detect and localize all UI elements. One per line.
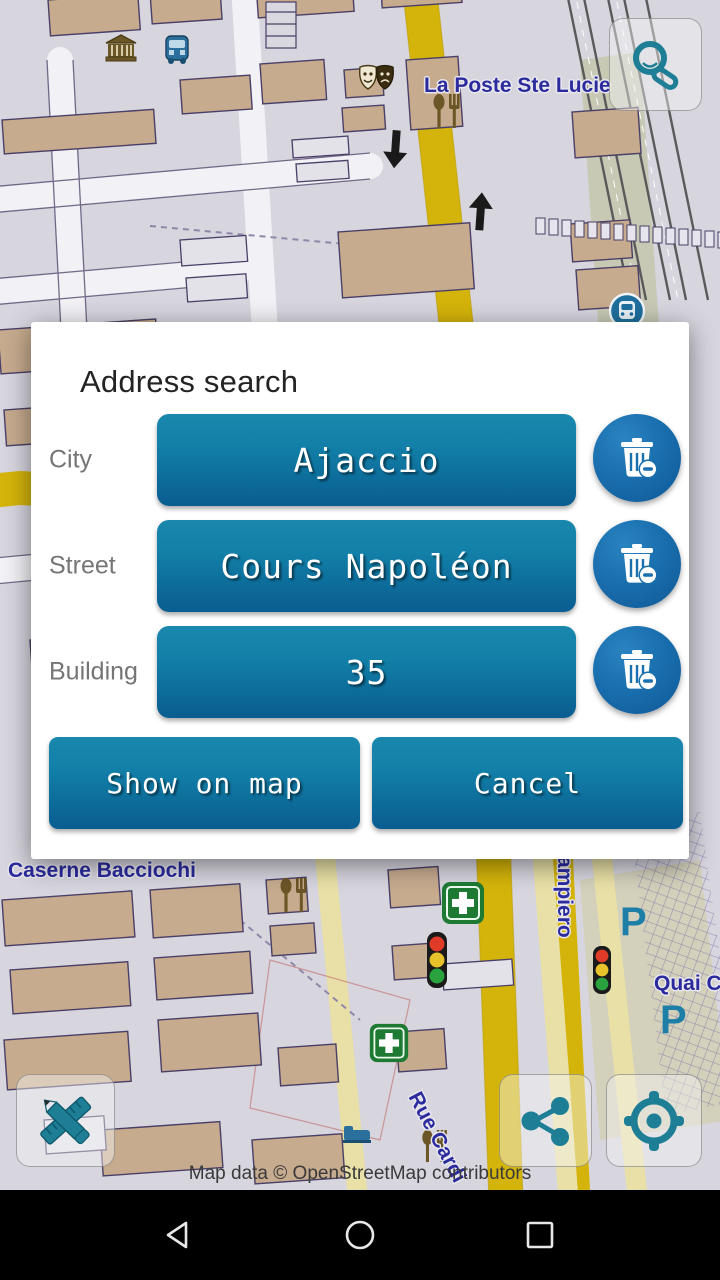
address-search-dialog: Address search City Ajaccio Street Cours… <box>31 322 689 859</box>
home-circle-icon <box>345 1220 375 1250</box>
cancel-label: Cancel <box>473 766 582 800</box>
show-on-map-label: Show on map <box>106 766 303 800</box>
nav-home-button[interactable] <box>280 1190 440 1280</box>
recents-square-icon <box>526 1221 554 1249</box>
back-triangle-icon <box>166 1221 188 1249</box>
trash-minus-icon <box>621 544 658 585</box>
cancel-button[interactable]: Cancel <box>372 737 683 829</box>
building-label: Building <box>49 657 138 686</box>
building-field[interactable]: 35 <box>157 626 576 718</box>
address-row-building: Building 35 <box>31 623 689 721</box>
dialog-title: Address search <box>80 364 299 399</box>
nav-recents-button[interactable] <box>460 1190 620 1280</box>
show-on-map-button[interactable]: Show on map <box>49 737 360 829</box>
clear-street-button[interactable] <box>593 520 681 608</box>
screen: La Poste Ste Lucie Caserne Bacciochi amp… <box>0 0 720 1280</box>
street-field[interactable]: Cours Napoléon <box>157 520 576 612</box>
street-value: Cours Napoléon <box>220 546 513 586</box>
city-field[interactable]: Ajaccio <box>157 414 576 506</box>
trash-minus-icon <box>621 650 658 691</box>
city-label: City <box>49 445 93 474</box>
clear-city-button[interactable] <box>593 414 681 502</box>
android-navigation-bar <box>0 1190 720 1280</box>
building-value: 35 <box>345 652 388 692</box>
address-row-street: Street Cours Napoléon <box>31 517 689 615</box>
city-value: Ajaccio <box>293 440 440 480</box>
trash-minus-icon <box>621 438 658 479</box>
clear-building-button[interactable] <box>593 626 681 714</box>
address-row-city: City Ajaccio <box>31 411 689 509</box>
street-label: Street <box>49 551 116 580</box>
nav-back-button[interactable] <box>100 1190 260 1280</box>
